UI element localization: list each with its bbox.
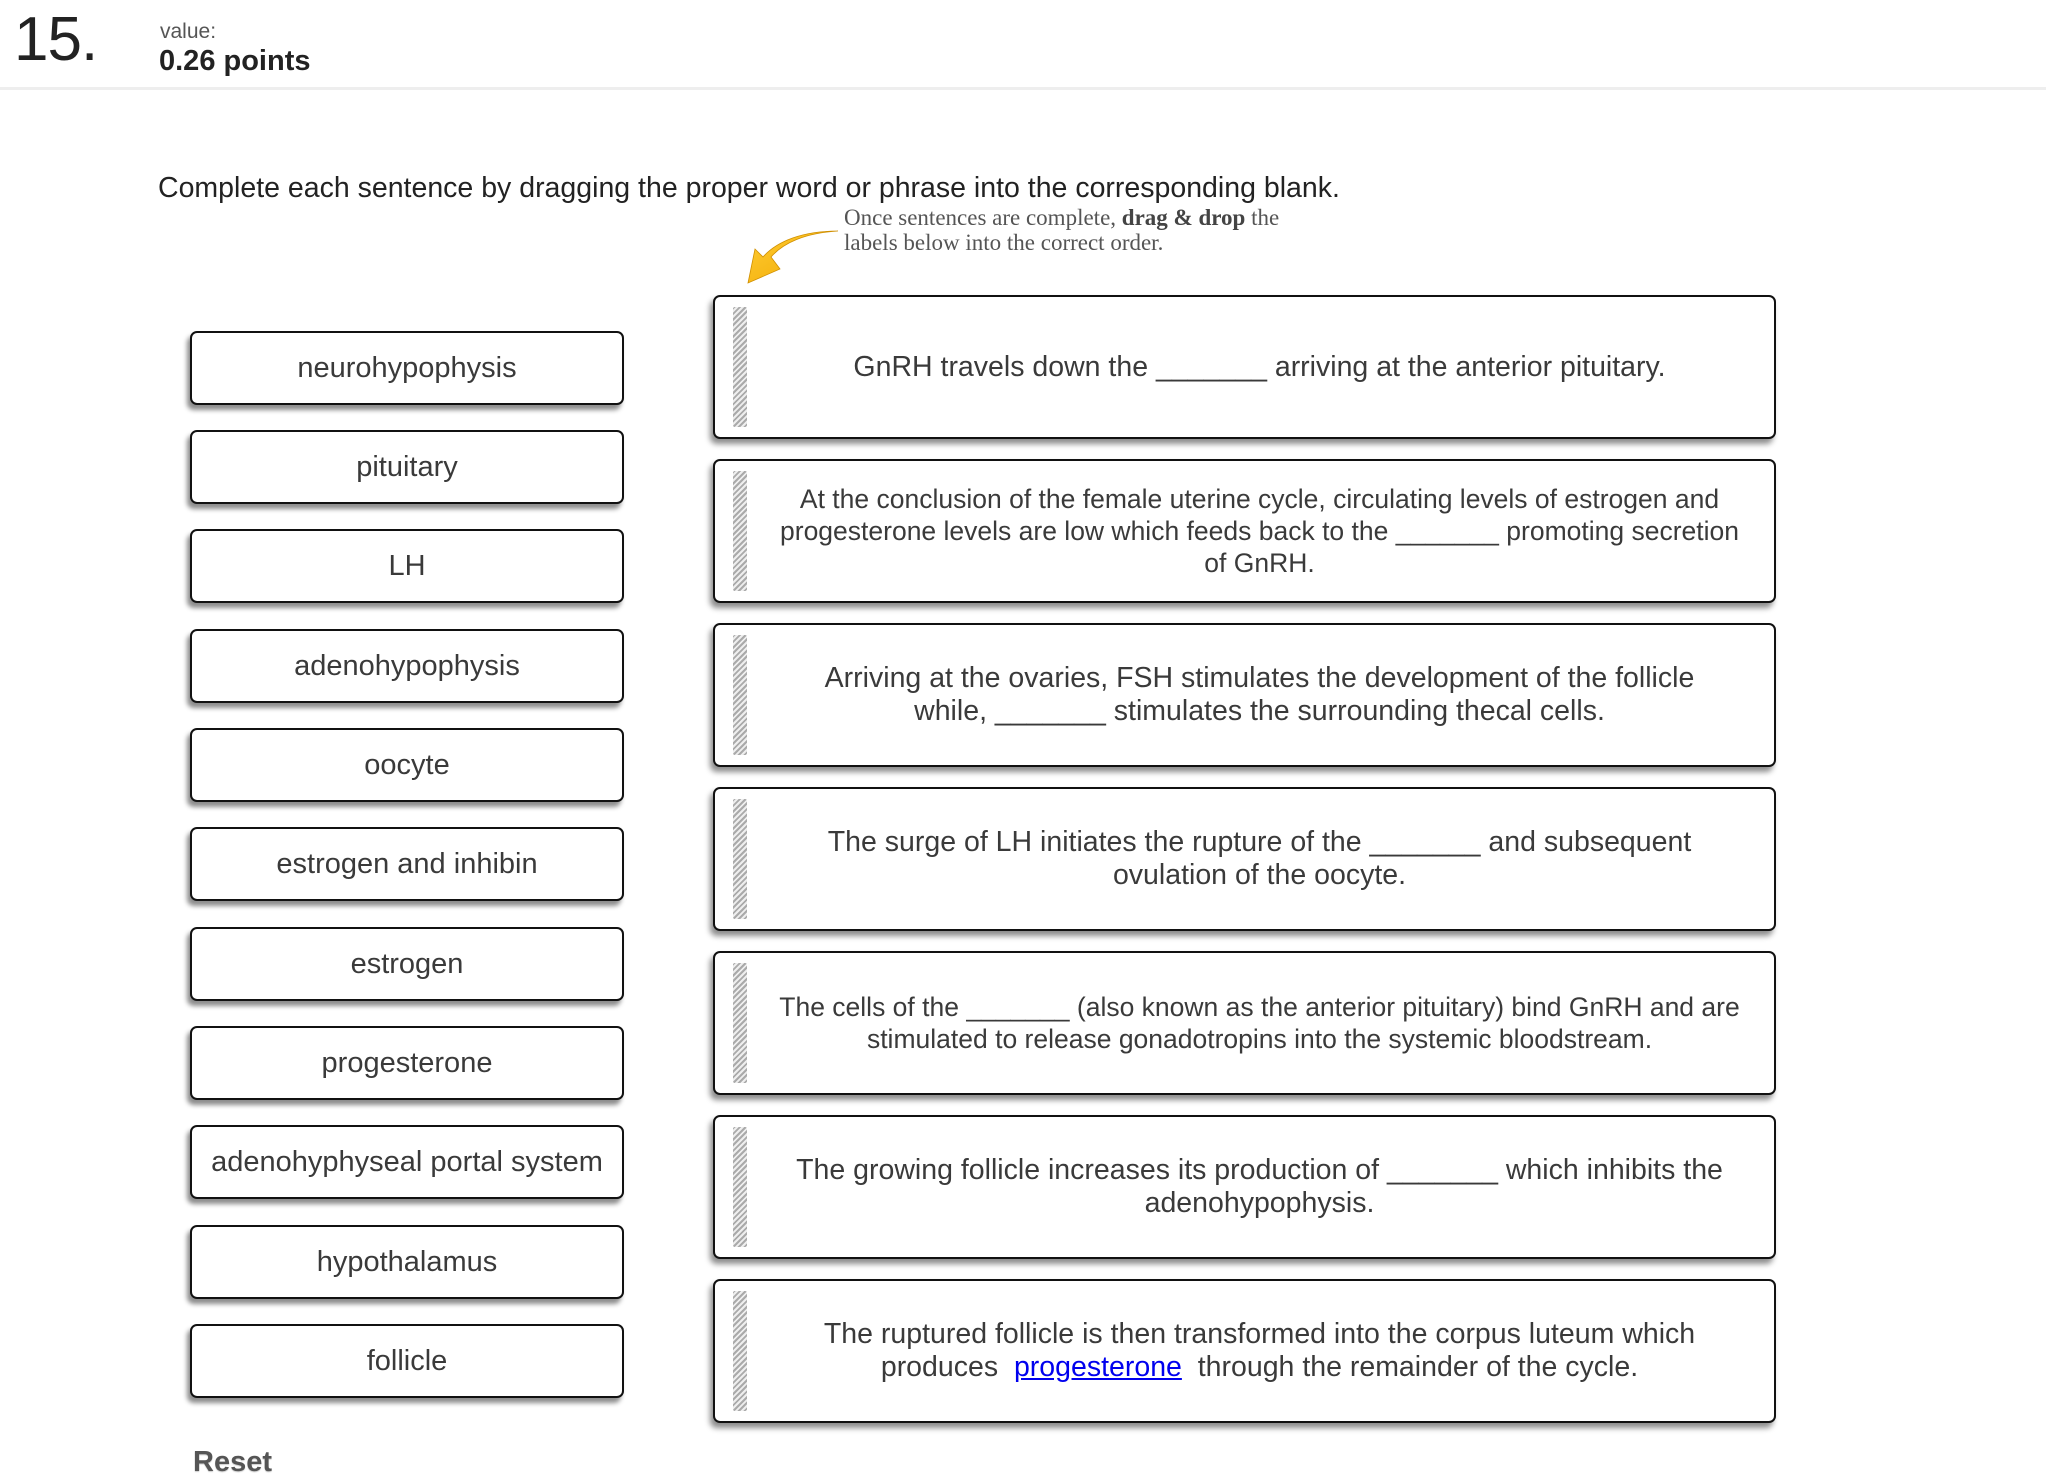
value-points: 0.26 points [159,45,311,77]
sentence-card[interactable]: The ruptured follicle is then transforme… [713,1279,1776,1423]
draggable-label[interactable]: pituitary [190,430,624,504]
sentence-card[interactable]: GnRH travels down the _______ arriving a… [713,295,1776,439]
hint-line1-bold: drag & drop [1121,205,1246,230]
sentence-text: The surge of LH initiates the rupture of… [827,826,1692,891]
sentence-text: GnRH travels down the _______ arriving a… [853,350,1666,383]
draggable-label[interactable]: follicle [190,1324,624,1398]
sentence-text: Arriving at the ovaries, FSH stimulates … [824,662,1695,727]
instruction-text: Complete each sentence by dragging the p… [158,172,1340,204]
hint-text: Once sentences are complete, drag & drop… [844,205,1279,255]
draggable-label[interactable]: adenohyphyseal portal system [190,1125,624,1199]
draggable-label[interactable]: LH [190,529,624,603]
drag-handle-icon[interactable] [733,963,747,1083]
drag-handle-icon[interactable] [733,635,747,755]
hint-line1-post: the [1251,205,1280,230]
sentence-text: The growing follicle increases its produ… [796,1154,1723,1219]
sentence-card[interactable]: The surge of LH initiates the rupture of… [713,787,1776,931]
sentence-card[interactable]: The growing follicle increases its produ… [713,1115,1776,1259]
draggable-label[interactable]: neurohypophysis [190,331,624,405]
draggable-label[interactable]: estrogen [190,927,624,1001]
draggable-label[interactable]: adenohypophysis [190,629,624,703]
reset-button[interactable]: Reset [193,1446,272,1479]
sentence-card[interactable]: The cells of the _______ (also known as … [713,951,1776,1095]
draggable-label[interactable]: progesterone [190,1026,624,1100]
curved-arrow-icon [747,230,839,284]
value-label: value: [160,20,217,43]
sentence-text: The ruptured follicle is then transforme… [755,1281,1764,1421]
sentence-text: At the conclusion of the female uterine … [780,484,1739,578]
answer-link[interactable]: progesterone [1014,1351,1182,1383]
sentence-card[interactable]: Arriving at the ovaries, FSH stimulates … [713,623,1776,767]
drag-handle-icon[interactable] [733,799,747,919]
header-divider [0,87,2046,90]
hint-line2: labels below into the correct order. [844,230,1164,255]
drag-handle-icon[interactable] [733,307,747,427]
hint-line1-pre: Once sentences are complete, [844,205,1117,230]
drag-handle-icon[interactable] [733,471,747,591]
drag-handle-icon[interactable] [733,1291,747,1411]
draggable-label[interactable]: estrogen and inhibin [190,827,624,901]
sentence-card[interactable]: At the conclusion of the female uterine … [713,459,1776,603]
sentence-text-post: through the remainder of the cycle. [1197,1351,1639,1383]
sentence-text: The cells of the _______ (also known as … [779,992,1740,1054]
question-number: 15. [14,5,98,74]
draggable-label[interactable]: oocyte [190,728,624,802]
draggable-label[interactable]: hypothalamus [190,1225,624,1299]
drag-handle-icon[interactable] [733,1127,747,1247]
